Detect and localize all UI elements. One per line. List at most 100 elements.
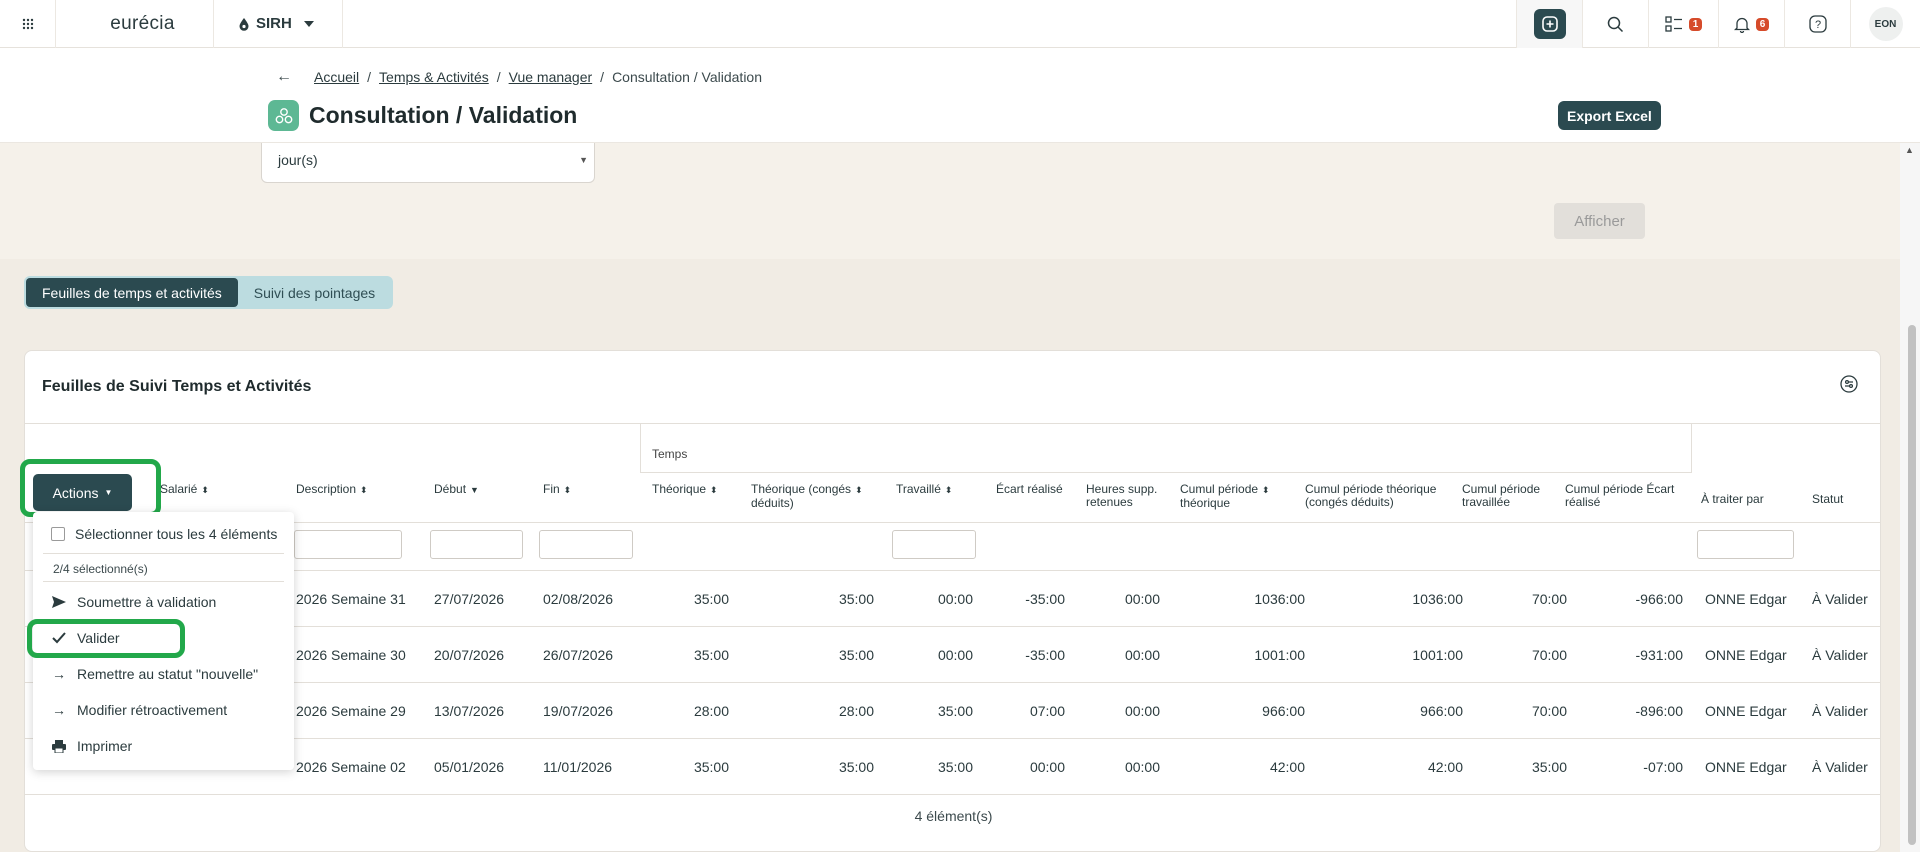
- cell-debut: 05/01/2026: [434, 759, 505, 775]
- sort-icon: ⬍: [1262, 485, 1270, 495]
- breadcrumb-manager-view[interactable]: Vue manager: [509, 69, 593, 85]
- cell-travaille: 00:00: [937, 647, 973, 663]
- menu-item-modify-retro-label: Modifier rétroactivement: [77, 702, 228, 718]
- tab-clocking[interactable]: Suivi des pointages: [238, 278, 391, 307]
- header-debut-label: Début: [434, 482, 467, 496]
- bell-icon: [1733, 17, 1750, 33]
- cell-ecart: -35:00: [1025, 591, 1065, 607]
- header-theorique-conges-label-2: déduits): [751, 496, 794, 510]
- apps-grid-icon[interactable]: [0, 0, 56, 48]
- header-travaille-label: Travaillé: [896, 482, 941, 496]
- filter-description-input[interactable]: [294, 530, 402, 559]
- menu-item-print[interactable]: Imprimer: [33, 731, 294, 761]
- header-theorique[interactable]: Théorique ⬍: [652, 483, 718, 497]
- cell-travaille: 00:00: [937, 591, 973, 607]
- header-ecart-label: Écart réalisé: [996, 482, 1063, 496]
- breadcrumb-home[interactable]: Accueil: [314, 69, 359, 85]
- sort-icon: ⬍: [201, 485, 209, 495]
- header-debut[interactable]: Début ▼: [434, 483, 479, 497]
- header-cumul-travaillee: Cumul période travaillée: [1462, 483, 1540, 509]
- show-button[interactable]: Afficher: [1554, 203, 1645, 239]
- header-cumul-theorique[interactable]: Cumul période ⬍ théorique: [1180, 483, 1270, 510]
- cell-theorique: 35:00: [693, 647, 729, 663]
- menu-item-modify-retro[interactable]: → Modifier rétroactivement: [33, 695, 294, 725]
- cell-fin: 11/01/2026: [543, 759, 613, 775]
- menu-item-reset-status-label: Remettre au statut "nouvelle": [77, 666, 259, 682]
- header-cumul-ecart-label-2: réalisé: [1565, 495, 1601, 509]
- user-menu[interactable]: EON: [1850, 0, 1920, 48]
- cell-cumul-travaillee: 35:00: [1531, 759, 1567, 775]
- cell-heures-supp: 00:00: [1124, 759, 1160, 775]
- table-row[interactable]: 2026 Semaine 29 13/07/2026 19/07/2026 28…: [25, 683, 1880, 739]
- filter-fin-input[interactable]: [539, 530, 633, 559]
- arrow-right-icon: →: [52, 702, 66, 718]
- tab-timesheets[interactable]: Feuilles de temps et activités: [26, 278, 238, 307]
- header-cumul-ecart-label-1: Cumul période Écart: [1565, 482, 1675, 496]
- highlight-actions: [20, 459, 161, 517]
- select-all-checkbox[interactable]: [51, 527, 65, 541]
- items-count: 4 élément(s): [914, 808, 993, 824]
- breadcrumb-separator: /: [496, 69, 501, 85]
- sort-icon: ⬍: [360, 485, 368, 495]
- menu-item-reset-status[interactable]: → Remettre au statut "nouvelle": [33, 659, 294, 689]
- header-fin[interactable]: Fin ⬍: [543, 483, 571, 497]
- header-theorique-conges[interactable]: Théorique (congés ⬍ déduits): [751, 483, 863, 510]
- header-description[interactable]: Description ⬍: [296, 483, 368, 497]
- logo[interactable]: eurécia: [72, 0, 214, 48]
- filter-a-traiter-input[interactable]: [1697, 530, 1794, 559]
- filter-debut-input[interactable]: [430, 530, 523, 559]
- menu-item-submit[interactable]: Soumettre à validation: [33, 587, 294, 617]
- cell-a-traiter: ONNE Edgar: [1705, 591, 1787, 607]
- table-row[interactable]: 2026 Semaine 30 20/07/2026 26/07/2026 35…: [25, 627, 1880, 683]
- header-theorique-conges-label-1: Théorique (congés: [751, 482, 852, 496]
- caret-down-icon: ▼: [579, 155, 588, 165]
- back-arrow-icon[interactable]: ←: [276, 68, 292, 86]
- export-excel-button[interactable]: Export Excel: [1558, 101, 1661, 130]
- title-row: Consultation / Validation: [268, 100, 577, 131]
- module-selector[interactable]: SIRH: [214, 0, 343, 48]
- header-salarie[interactable]: Salarié ⬍: [160, 483, 209, 497]
- svg-text:?: ?: [1814, 19, 1820, 31]
- breadcrumb: ← Accueil / Temps & Activités / Vue mana…: [276, 68, 762, 86]
- module-icon: [268, 100, 299, 131]
- header-divider: [25, 522, 1880, 523]
- cell-heures-supp: 00:00: [1124, 703, 1160, 719]
- cell-fin: 26/07/2026: [543, 647, 614, 663]
- scroll-up-icon[interactable]: ▲: [1905, 145, 1914, 155]
- scrollbar-thumb[interactable]: [1908, 325, 1916, 845]
- select-all-option[interactable]: Sélectionner tous les 4 éléments: [33, 519, 294, 549]
- header-travaille[interactable]: Travaillé ⬍: [896, 483, 952, 497]
- header-cumul-travaillee-label-2: travaillée: [1462, 495, 1511, 509]
- breadcrumb-current: Consultation / Validation: [612, 69, 763, 85]
- header-a-traiter-label: À traiter par: [1701, 492, 1764, 506]
- search-icon[interactable]: [1582, 0, 1648, 48]
- notifications-button[interactable]: 6: [1718, 0, 1784, 48]
- header-cumul-theorique-conges-label-2: (congés déduits): [1305, 495, 1394, 509]
- header-statut: Statut: [1812, 493, 1843, 506]
- table-row[interactable]: 2026 Semaine 31 27/07/2026 02/08/2026 35…: [25, 571, 1880, 627]
- cell-a-traiter: ONNE Edgar: [1705, 647, 1787, 663]
- filter-travaille-input[interactable]: [892, 530, 976, 559]
- header-description-label: Description: [296, 482, 357, 496]
- cell-ecart: 00:00: [1029, 759, 1065, 775]
- table-row[interactable]: 2026 Semaine 02 05/01/2026 11/01/2026 35…: [25, 739, 1880, 795]
- cell-fin: 02/08/2026: [543, 591, 614, 607]
- avatar: EON: [1868, 7, 1903, 41]
- breadcrumb-time-activities[interactable]: Temps & Activités: [379, 69, 489, 85]
- sort-icon: ⬍: [710, 485, 718, 495]
- menu-divider: [43, 581, 284, 582]
- menu-item-print-label: Imprimer: [77, 738, 133, 754]
- plus-square-icon[interactable]: [1533, 9, 1566, 39]
- cell-statut: À Valider: [1812, 703, 1868, 719]
- help-icon[interactable]: ?: [1784, 0, 1850, 48]
- period-unit-select[interactable]: jour(s) ▼: [261, 143, 595, 183]
- header-heures-supp: Heures supp. retenues: [1086, 483, 1157, 509]
- tasks-button[interactable]: 1: [1648, 0, 1718, 48]
- cell-a-traiter: ONNE Edgar: [1705, 759, 1787, 775]
- column-settings-icon[interactable]: [1840, 375, 1858, 396]
- highlight-validate: [27, 619, 185, 658]
- sort-icon: ⬍: [855, 485, 863, 495]
- cell-cumul-theorique-conges: 1001:00: [1412, 647, 1463, 663]
- page-header: ← Accueil / Temps & Activités / Vue mana…: [0, 48, 1920, 143]
- cell-description: 2026 Semaine 29: [296, 703, 406, 719]
